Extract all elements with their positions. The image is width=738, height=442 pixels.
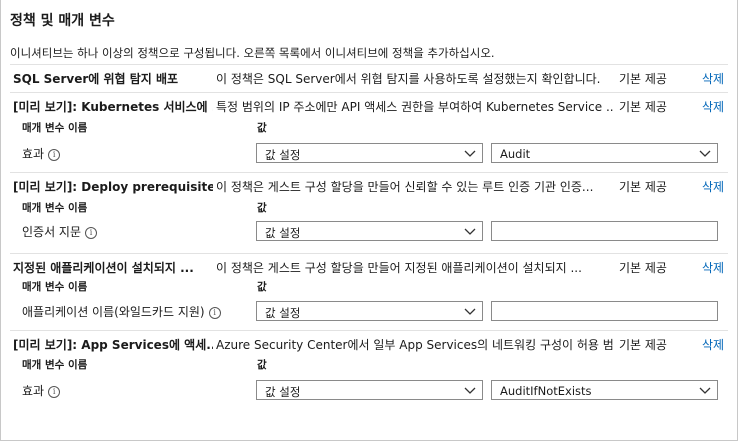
- value-header: 값: [257, 359, 267, 371]
- chevron-down-icon: [464, 150, 476, 157]
- value-select[interactable]: Audit: [491, 143, 718, 163]
- info-icon[interactable]: i: [48, 148, 61, 161]
- chevron-down-icon: [464, 387, 476, 394]
- value-mode-select[interactable]: 값 설정: [256, 301, 483, 321]
- chevron-down-icon: [699, 150, 711, 157]
- delete-link[interactable]: 삭제: [702, 178, 724, 195]
- policy-type: 기본 제공: [619, 261, 667, 275]
- info-icon[interactable]: i: [48, 385, 61, 398]
- value-header: 값: [257, 122, 267, 134]
- param-label: 효과 i: [22, 382, 61, 399]
- param-name-header: 매개 변수 이름: [22, 359, 88, 371]
- policy-description: 특정 범위의 IP 주소에만 API 액세스 권한을 부여하여 Kubernet…: [216, 100, 614, 114]
- policy-name: [미리 보기]: Kubernetes 서비스에 ...: [13, 100, 213, 114]
- policy-name: 지정된 애플리케이션이 설치되지 ...: [13, 261, 194, 275]
- page-description: 이니셔티브는 하나 이상의 정책으로 구성됩니다. 오른쪽 목록에서 이니셔티브…: [10, 46, 495, 60]
- policy-type: 기본 제공: [619, 72, 667, 86]
- policy-name: SQL Server에 위협 탐지 배포: [13, 72, 179, 86]
- value-mode-select[interactable]: 값 설정: [256, 143, 483, 163]
- policy-type: 기본 제공: [619, 180, 667, 194]
- policy-row: 지정된 애플리케이션이 설치되지 ... 이 정책은 게스트 구성 할당을 만들…: [10, 253, 728, 278]
- delete-link[interactable]: 삭제: [702, 336, 724, 353]
- page-title: 정책 및 매개 변수: [10, 13, 115, 29]
- delete-link[interactable]: 삭제: [702, 70, 724, 87]
- policy-name: [미리 보기]: App Services에 액세...: [13, 338, 213, 352]
- policy-row: [미리 보기]: Deploy prerequisites... 이 정책은 게…: [10, 172, 728, 197]
- delete-link[interactable]: 삭제: [702, 98, 724, 115]
- param-name-header: 매개 변수 이름: [22, 122, 88, 134]
- chevron-down-icon: [464, 308, 476, 315]
- param-name-header: 매개 변수 이름: [22, 281, 88, 293]
- value-mode-select[interactable]: 값 설정: [256, 380, 483, 400]
- policy-description: Azure Security Center에서 일부 App Services의…: [216, 338, 614, 352]
- value-input[interactable]: [491, 301, 718, 321]
- value-input[interactable]: [491, 221, 718, 241]
- policy-row: SQL Server에 위협 탐지 배포 이 정책은 SQL Server에서 …: [10, 64, 728, 89]
- policy-type: 기본 제공: [619, 338, 667, 352]
- policy-name: [미리 보기]: Deploy prerequisites...: [13, 180, 213, 194]
- param-name-header: 매개 변수 이름: [22, 202, 88, 214]
- policy-row: [미리 보기]: App Services에 액세... Azure Secur…: [10, 330, 728, 355]
- policy-row: [미리 보기]: Kubernetes 서비스에 ... 특정 범위의 IP 주…: [10, 92, 728, 117]
- policy-type: 기본 제공: [619, 100, 667, 114]
- chevron-down-icon: [699, 387, 711, 394]
- policy-description: 이 정책은 SQL Server에서 위협 탐지를 사용하도록 설정했는지 확인…: [216, 72, 601, 86]
- value-select[interactable]: AuditIfNotExists: [491, 380, 718, 400]
- param-label: 인증서 지문 i: [22, 223, 98, 240]
- delete-link[interactable]: 삭제: [702, 259, 724, 276]
- value-mode-select[interactable]: 값 설정: [256, 221, 483, 241]
- chevron-down-icon: [464, 228, 476, 235]
- param-label: 효과 i: [22, 145, 61, 162]
- param-label: 애플리케이션 이름(와일드카드 지원) i: [22, 303, 221, 320]
- value-header: 값: [257, 281, 267, 293]
- info-icon[interactable]: i: [208, 306, 221, 319]
- info-icon[interactable]: i: [85, 226, 98, 239]
- policy-description: 이 정책은 게스트 구성 할당을 만들어 지정된 애플리케이션이 설치되지 ..…: [216, 261, 582, 275]
- policy-description: 이 정책은 게스트 구성 할당을 만들어 신뢰할 수 있는 루트 인증 기관 인…: [216, 180, 594, 194]
- value-header: 값: [257, 202, 267, 214]
